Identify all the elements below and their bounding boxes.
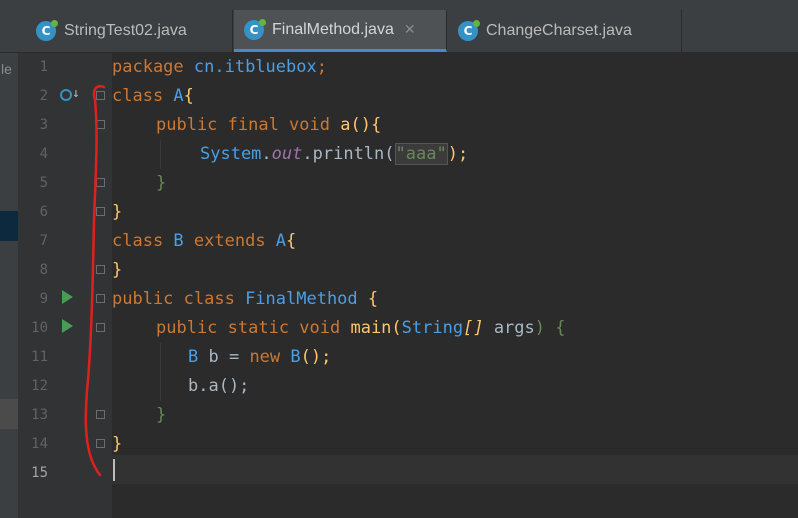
- red-annotation-stroke: [84, 85, 106, 477]
